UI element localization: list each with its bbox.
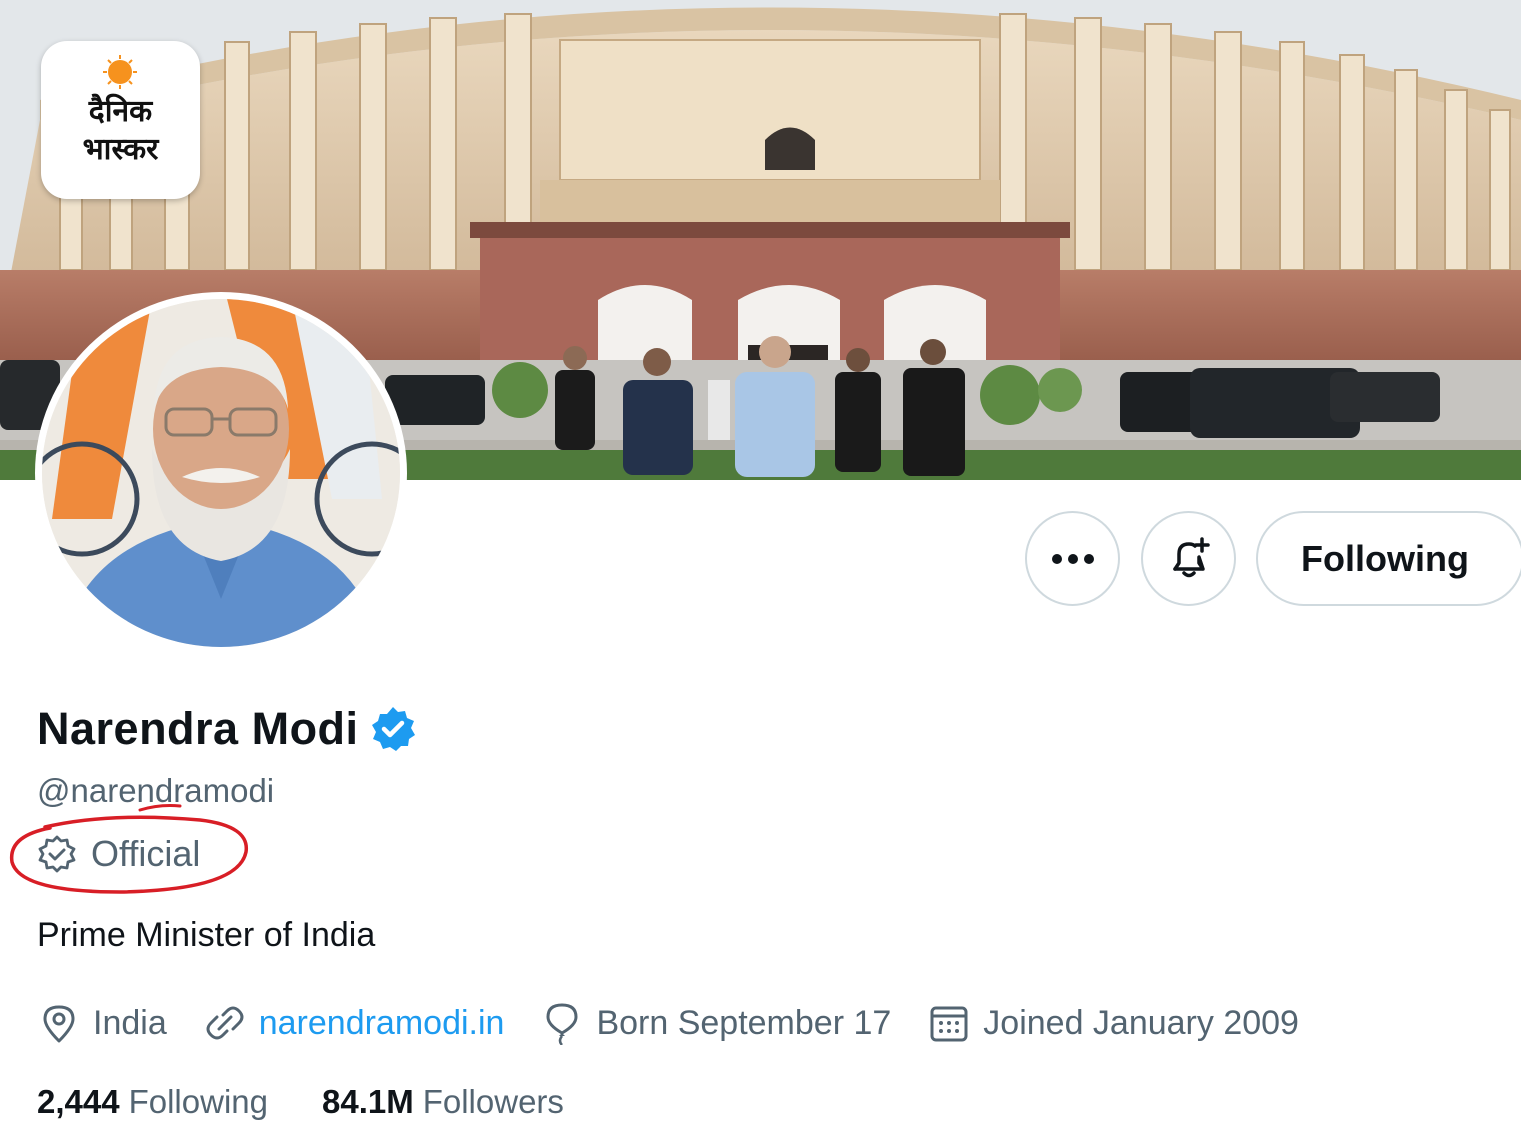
followers-count: 84.1M	[322, 1083, 414, 1120]
calendar-icon	[930, 1006, 968, 1042]
followers-label: Followers	[422, 1083, 564, 1120]
website-item[interactable]: narendramodi.in	[203, 1001, 505, 1045]
location-text: India	[93, 1003, 167, 1042]
following-button[interactable]: Following	[1256, 511, 1521, 606]
website-link[interactable]: narendramodi.in	[259, 1004, 505, 1043]
logo-text-line1: दैनिक	[88, 94, 153, 129]
sun-icon	[103, 55, 137, 89]
notification-bell-plus-icon	[1172, 536, 1210, 577]
profile-stats-row: 2,444 Following 84.1M Followers	[37, 1083, 618, 1121]
display-name: Narendra Modi	[37, 703, 359, 754]
link-icon	[206, 1006, 244, 1040]
location-pin-icon	[43, 1005, 75, 1043]
verified-badge-icon[interactable]	[369, 705, 417, 753]
logo-text-line2: भास्कर	[82, 132, 159, 167]
balloon-icon	[546, 1003, 578, 1045]
following-label: Following	[128, 1083, 268, 1120]
more-horizontal-icon	[1051, 553, 1094, 564]
profile-bio: Prime Minister of India	[37, 916, 376, 954]
birthday-text: Born September 17	[596, 1003, 892, 1042]
notifications-button[interactable]	[1141, 511, 1236, 606]
red-highlight-annotation	[9, 804, 248, 894]
profile-name-row: Narendra Modi	[37, 703, 417, 755]
dainik-bhaskar-logo: दैनिक भास्कर	[41, 41, 200, 199]
followers-stat[interactable]: 84.1M Followers	[322, 1083, 564, 1121]
joined-item: Joined January 2009	[927, 1001, 1299, 1045]
profile-avatar[interactable]	[35, 292, 407, 654]
joined-text: Joined January 2009	[983, 1003, 1299, 1042]
avatar-photo	[42, 299, 400, 647]
birthday-item: Born September 17	[540, 1001, 891, 1045]
profile-meta-row: India narendramodi.in Born September 17 …	[37, 1000, 1335, 1046]
more-options-button[interactable]	[1025, 511, 1120, 606]
location-item: India	[37, 1001, 167, 1045]
following-count: 2,444	[37, 1083, 120, 1120]
following-stat[interactable]: 2,444 Following	[37, 1083, 268, 1121]
